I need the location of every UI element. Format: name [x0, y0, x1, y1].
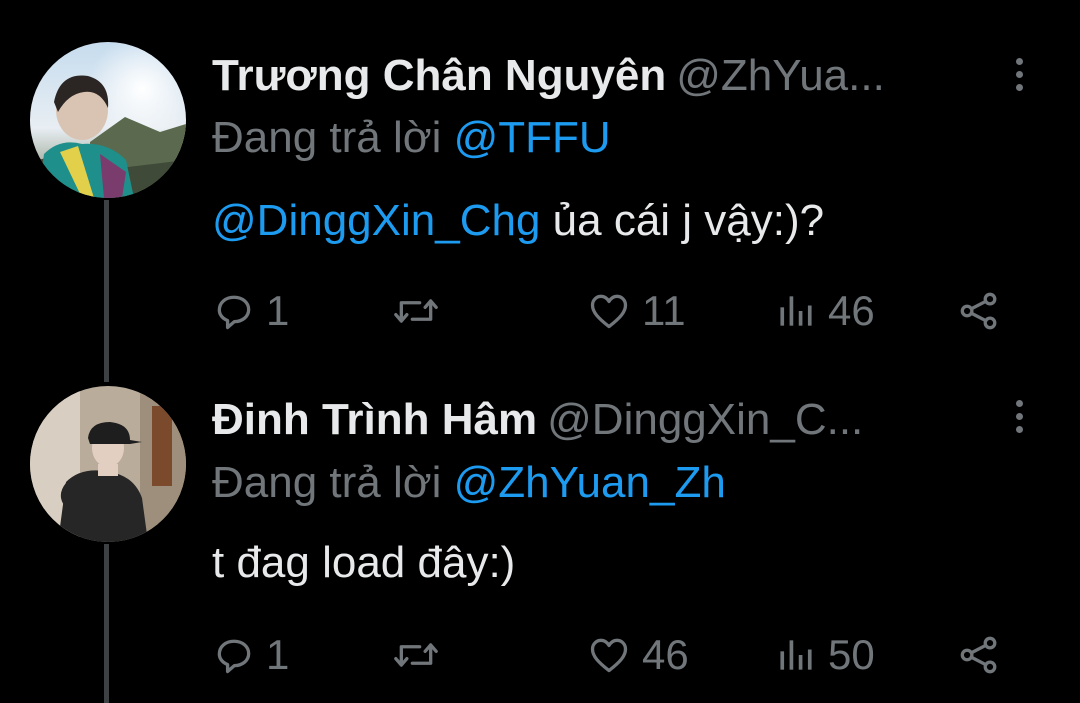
like-count: 46 — [642, 631, 689, 678]
speech-bubble-icon — [217, 639, 251, 674]
share-nodes-icon — [960, 636, 997, 674]
retweet-arrows-icon — [394, 643, 438, 667]
avatar[interactable] — [30, 386, 186, 542]
replying-to-label: Đang trả lời — [212, 458, 442, 507]
replying-to-mention[interactable]: @ZhYuan_Zh — [454, 458, 726, 507]
heart-icon — [590, 638, 628, 673]
more-dot — [1015, 412, 1023, 420]
replying-to-line: Đang trả lời @ZhYuan_Zh — [212, 455, 726, 511]
tweet-header: Đinh Trình Hâm @DinggXin_C... — [212, 392, 1020, 448]
body-text: t đag load đây:) — [212, 538, 516, 587]
user-handle[interactable]: @DinggXin_C... — [547, 395, 863, 444]
reply-button[interactable]: 1 — [212, 630, 289, 680]
more-options-icon[interactable] — [1004, 396, 1034, 436]
share-button[interactable] — [956, 630, 1002, 680]
view-count: 50 — [828, 631, 875, 678]
tweet-actions: 1 46 50 — [212, 630, 1020, 680]
more-dot — [1015, 399, 1023, 407]
tweet-text: t đag load đây:) — [212, 535, 515, 591]
display-name[interactable]: Đinh Trình Hâm — [212, 395, 537, 444]
like-button[interactable]: 46 — [586, 630, 689, 680]
bar-chart-icon — [780, 640, 812, 670]
retweet-button[interactable] — [392, 630, 440, 680]
views-button[interactable]: 50 — [774, 630, 875, 680]
more-dot — [1015, 425, 1023, 433]
reply-count: 1 — [266, 631, 290, 678]
thread-connector-line — [104, 544, 109, 703]
tweet-item[interactable]: Đinh Trình Hâm @DinggXin_C... Đang trả lờ… — [0, 0, 1080, 678]
